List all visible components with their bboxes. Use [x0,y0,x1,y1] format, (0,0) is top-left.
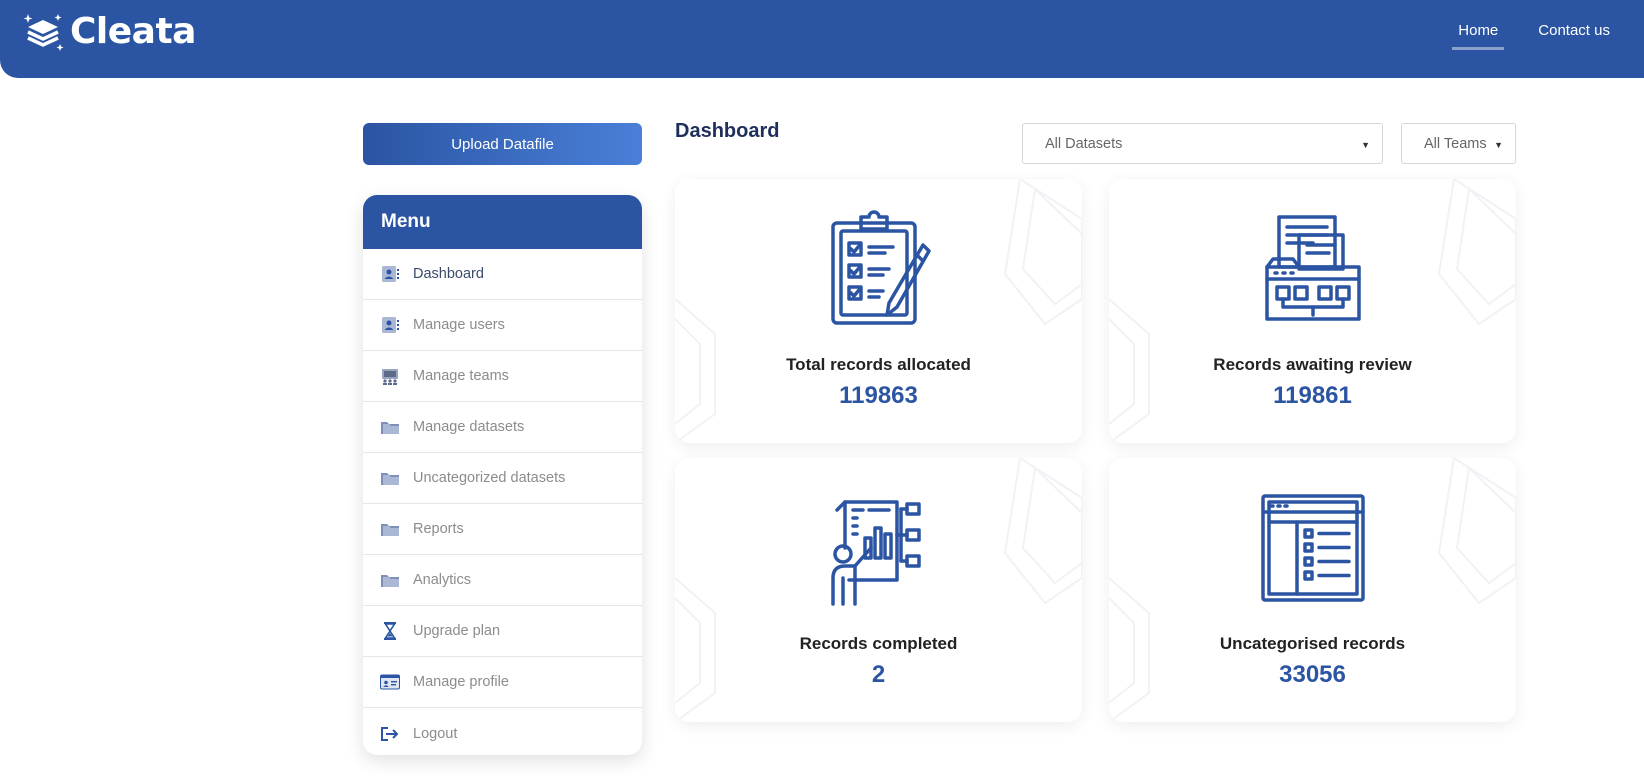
hourglass-icon [380,621,400,641]
folder-icon [380,519,400,539]
folder-icon [380,570,400,590]
sidebar-item-analytics[interactable]: Analytics [363,555,642,606]
sidebar-item-logout[interactable]: Logout [363,708,642,755]
stat-value: 33056 [1279,661,1346,688]
upload-datafile-button[interactable]: Upload Datafile [363,123,642,165]
folder-documents-icon [1264,215,1361,321]
sidebar-item-label: Manage teams [413,368,509,384]
sidebar-item-label: Manage users [413,317,505,333]
stat-card-total-records: Total records allocated 119863 [675,179,1082,443]
stat-value: 119861 [1273,382,1352,409]
folder-icon [380,468,400,488]
clipboard-checklist-icon [830,210,931,325]
user-card-icon [380,264,400,284]
top-nav: Home Contact us [1452,22,1616,50]
team-monitor-icon [380,366,400,386]
sidebar-item-upgrade-plan[interactable]: Upgrade plan [363,606,642,657]
stat-label: Records completed [799,634,958,653]
stat-value: 119863 [839,382,918,409]
caret-down-icon: ▼ [1494,140,1503,150]
teams-select-value: All Teams [1424,135,1487,152]
browser-list-icon [1260,494,1365,602]
page-title: Dashboard [675,120,780,142]
sidebar-item-manage-teams[interactable]: Manage teams [363,351,642,402]
menu-title: Menu [363,195,642,249]
sidebar-menu: Menu Dashboard Manage users Manage teams… [363,195,642,755]
sidebar-item-manage-profile[interactable]: Manage profile [363,657,642,708]
stat-card-records-completed: Records completed 2 [675,458,1082,722]
sidebar-item-label: Manage datasets [413,419,525,435]
sidebar-item-dashboard[interactable]: Dashboard [363,249,642,300]
sidebar-item-reports[interactable]: Reports [363,504,642,555]
nav-contact-us[interactable]: Contact us [1532,22,1616,50]
sidebar-item-uncategorized-datasets[interactable]: Uncategorized datasets [363,453,642,504]
stat-label: Records awaiting review [1213,355,1412,374]
sidebar-item-label: Analytics [413,572,472,588]
presenter-chart-icon [830,500,921,606]
top-header: Cleata Home Contact us [0,0,1644,78]
caret-down-icon: ▼ [1361,140,1370,150]
sidebar-item-label: Logout [413,725,458,742]
logo[interactable]: Cleata [20,6,196,56]
sidebar-item-label: Manage profile [413,674,509,690]
nav-home[interactable]: Home [1452,22,1505,50]
sidebar-item-manage-datasets[interactable]: Manage datasets [363,402,642,453]
sidebar-item-label: Dashboard [413,266,484,282]
sidebar-item-label: Uncategorized datasets [413,470,566,486]
stat-label: Uncategorised records [1219,634,1406,653]
datasets-select-value: All Datasets [1045,135,1123,152]
id-card-icon [380,672,400,692]
stat-label: Total records allocated [786,355,971,374]
stat-card-awaiting-review: Records awaiting review 119861 [1109,179,1516,443]
stat-value: 2 [871,661,886,688]
sidebar-item-manage-users[interactable]: Manage users [363,300,642,351]
logo-text: Cleata [70,10,196,52]
sidebar-item-label: Reports [413,521,464,537]
teams-select[interactable]: All Teams ▼ [1401,123,1516,164]
logo-icon [23,14,64,51]
sidebar-item-label: Upgrade plan [413,623,501,639]
user-card-icon [380,315,400,335]
datasets-select[interactable]: All Datasets ▼ [1022,123,1383,164]
stat-card-uncategorised-records: Uncategorised records 33056 [1109,458,1516,722]
logout-icon [380,724,400,744]
folder-icon [380,417,400,437]
